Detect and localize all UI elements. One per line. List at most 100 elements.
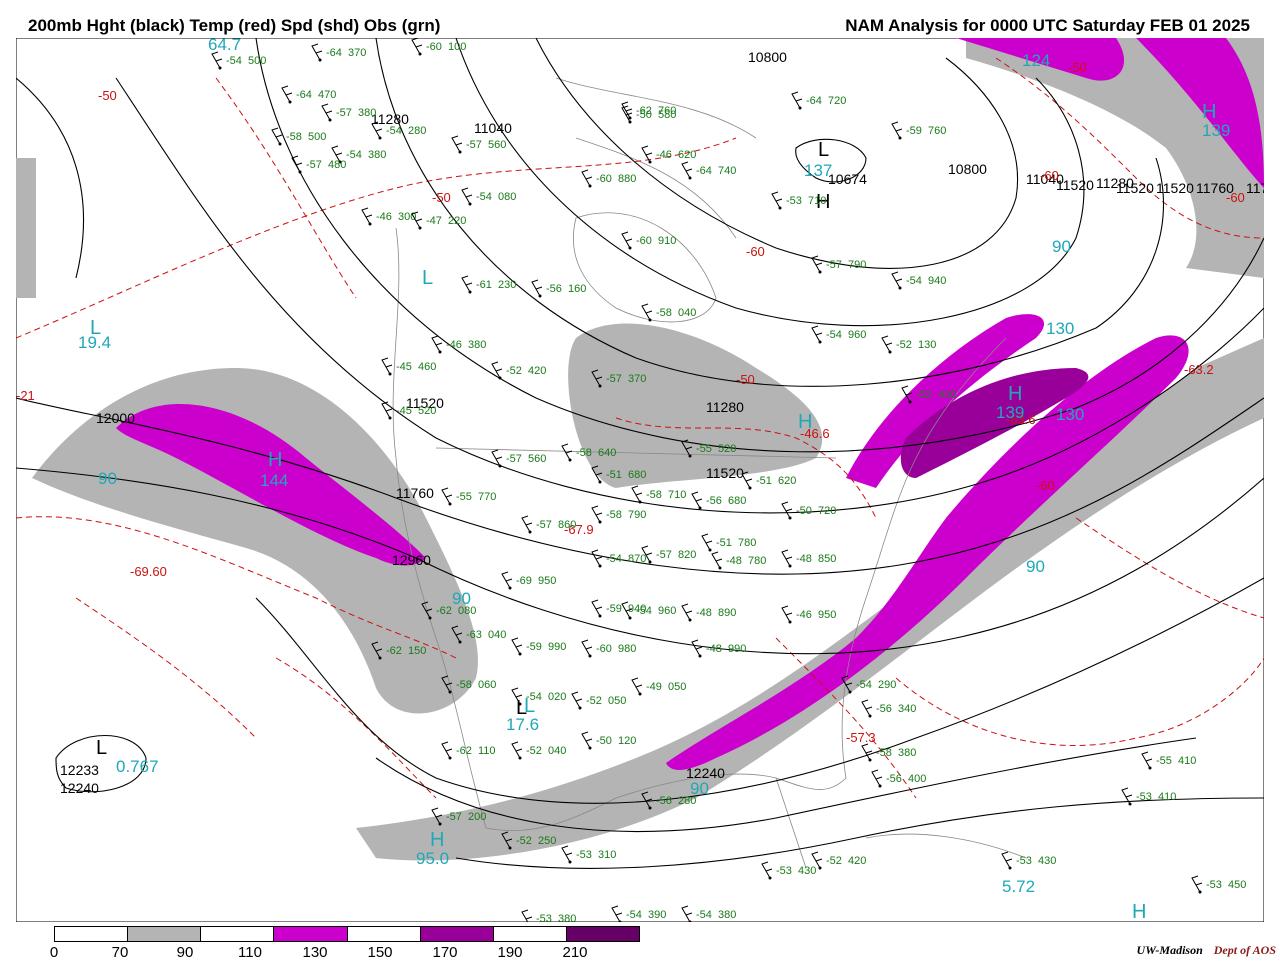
obs-temp: -50 (796, 505, 812, 517)
obs-height: 410 (1178, 755, 1196, 767)
temperature-label: -63.2 (1184, 362, 1214, 377)
obs-height: 430 (938, 389, 956, 401)
obs-height: 680 (728, 495, 746, 507)
obs-height: 520 (418, 405, 436, 417)
obs-height: 450 (1228, 879, 1246, 891)
temperature-label: -60 (746, 244, 765, 259)
station-dot-icon (438, 350, 442, 354)
speed-legend-labels: 0 70 90 110 130 150 170 190 210 (50, 944, 640, 961)
obs-temp: -54 (476, 191, 492, 203)
obs-temp: -64 (326, 47, 342, 59)
station-dot-icon (638, 692, 642, 696)
obs-height: 040 (548, 745, 566, 757)
obs-height: 870 (628, 553, 646, 565)
station-dot-icon (628, 120, 632, 124)
height-label: 10800 (948, 161, 987, 177)
station-dot-icon (718, 566, 722, 570)
obs-height: 710 (808, 195, 826, 207)
obs-temp: -54 (626, 909, 642, 921)
station-dot-icon (378, 136, 382, 140)
station-dot-icon (388, 416, 392, 420)
station-dot-icon (778, 206, 782, 210)
station-dot-icon (628, 116, 632, 120)
station-dot-icon (798, 106, 802, 110)
height-label: 11040 (474, 120, 512, 136)
station-dot-icon (378, 656, 382, 660)
station-dot-icon (498, 464, 502, 468)
obs-temp: -52 (506, 365, 522, 377)
obs-temp: -56 (876, 703, 892, 715)
obs-temp: -54 (826, 329, 842, 341)
station-dot-icon (458, 150, 462, 154)
obs-height: 940 (928, 275, 946, 287)
obs-height: 250 (538, 835, 556, 847)
obs-height: 380 (558, 913, 576, 922)
obs-temp: -52 (826, 855, 842, 867)
obs-temp: -64 (696, 165, 712, 177)
obs-temp: -54 (636, 605, 652, 617)
obs-temp: -45 (396, 405, 412, 417)
station-dot-icon (648, 560, 652, 564)
obs-temp: -51 (606, 469, 622, 481)
station-dot-icon (1198, 890, 1202, 894)
obs-height: 820 (678, 549, 696, 561)
temperature-label: -50 (1068, 60, 1087, 75)
station-dot-icon (218, 66, 222, 70)
obs-height: 620 (678, 149, 696, 161)
legend-swatch-7 (566, 927, 639, 941)
obs-height: 460 (418, 361, 436, 373)
obs-temp: -54 (696, 909, 712, 921)
station-dot-icon (588, 746, 592, 750)
obs-temp: -64 (296, 89, 312, 101)
station-dot-icon (448, 756, 452, 760)
obs-temp: -49 (646, 681, 662, 693)
obs-height: 720 (818, 505, 836, 517)
legend-label: 190 (497, 944, 523, 961)
station-dot-icon (518, 702, 522, 706)
station-dot-icon (388, 372, 392, 376)
obs-height: 280 (408, 125, 426, 137)
obs-temp: -55 (696, 443, 712, 455)
obs-temp: -62 (456, 745, 472, 757)
obs-temp: -58 (606, 509, 622, 521)
obs-temp: -45 (396, 361, 412, 373)
obs-temp: -46 (796, 609, 812, 621)
obs-temp: -47 (426, 215, 442, 227)
station-dot-icon (508, 586, 512, 590)
obs-height: 020 (548, 691, 566, 703)
obs-height: 420 (528, 365, 546, 377)
temperature-label: -50 (736, 372, 755, 387)
obs-temp: -57 (336, 107, 352, 119)
obs-temp: -53 (1016, 855, 1032, 867)
obs-temp: -56 (546, 283, 562, 295)
height-label: 11520 (1116, 180, 1154, 196)
map-title-right: NAM Analysis for 0000 UTC Saturday FEB 0… (845, 16, 1250, 35)
station-dot-icon (288, 100, 292, 104)
speed-label: 144 (260, 471, 288, 490)
station-dot-icon (748, 486, 752, 490)
station-dot-icon (368, 222, 372, 226)
obs-temp: -46 (376, 211, 392, 223)
obs-temp: -52 (586, 695, 602, 707)
obs-temp: -51 (716, 537, 732, 549)
obs-height: 340 (898, 703, 916, 715)
obs-height: 620 (778, 475, 796, 487)
legend-swatch-1 (128, 927, 202, 941)
speed-label: 130 (1056, 405, 1084, 424)
legend-label: 0 (49, 944, 59, 961)
station-dot-icon (688, 176, 692, 180)
obs-height: 950 (538, 575, 556, 587)
legend-label: 90 (176, 944, 194, 961)
obs-temp: -51 (756, 475, 772, 487)
station-dot-icon (868, 714, 872, 718)
obs-temp: -57 (446, 811, 462, 823)
station-dot-icon (538, 294, 542, 298)
speed-label: 90 (1052, 237, 1071, 256)
obs-temp: -54 (526, 691, 542, 703)
obs-height: 390 (648, 909, 666, 921)
temperature-label: -60 (1036, 478, 1055, 493)
obs-height: 860 (558, 519, 576, 531)
obs-temp: -56 (706, 495, 722, 507)
station-dot-icon (688, 454, 692, 458)
station-dot-icon (578, 706, 582, 710)
